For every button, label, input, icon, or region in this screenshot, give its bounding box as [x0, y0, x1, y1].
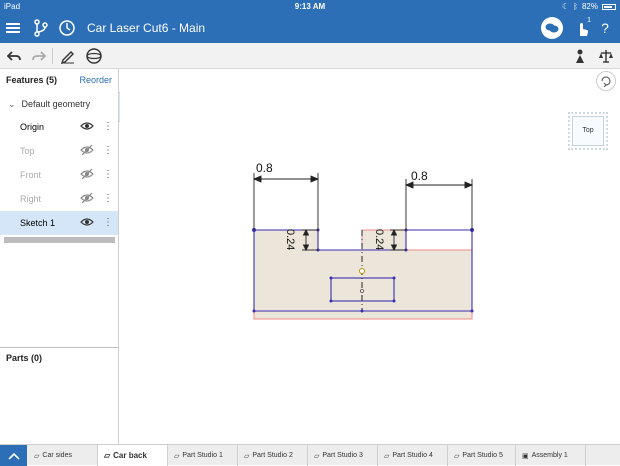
left-width-dimension[interactable]: [252, 173, 320, 230]
feature-label: Front: [20, 170, 42, 180]
feature-list-panel: Features (5) Reorder ⌄ Default geometry O…: [0, 69, 119, 444]
feature-item-top[interactable]: Top ⋮: [0, 139, 118, 163]
tab-part-studio-4[interactable]: ▱ Part Studio 4: [378, 445, 448, 466]
group-label: Default geometry: [21, 99, 91, 109]
branch-icon[interactable]: [31, 18, 51, 38]
part-studio-icon: ▱: [454, 452, 460, 460]
tab-label: Part Studio 5: [462, 452, 503, 459]
tab-bar: ▱ Car sides ▱ Car back ▱ Part Studio 1 ▱ Par…: [0, 444, 620, 466]
midpoint[interactable]: [359, 268, 365, 274]
clock: 9:13 AM: [294, 2, 326, 11]
document-title: Car Laser Cut6 - Main: [87, 21, 205, 35]
sketch-pencil-icon[interactable]: [60, 48, 76, 64]
mass-properties-icon[interactable]: [598, 48, 614, 64]
viewcube[interactable]: Top: [572, 116, 604, 146]
right-width-value[interactable]: 0.8: [411, 169, 428, 183]
eye-hidden-icon[interactable]: [80, 144, 94, 157]
part-studio-icon: ▱: [384, 452, 390, 460]
more-options-icon[interactable]: ⋮: [103, 121, 113, 132]
panel-divider: [0, 347, 118, 348]
redo-icon[interactable]: [31, 48, 47, 64]
tab-part-studio-5[interactable]: ▱ Part Studio 5: [448, 445, 516, 466]
parts-header: Parts (0): [6, 353, 43, 363]
tab-label: Part Studio 3: [322, 452, 363, 459]
measure-icon[interactable]: [572, 48, 588, 64]
more-options-icon[interactable]: ⋮: [103, 217, 113, 228]
title-separator: -: [168, 21, 180, 35]
feature-label: Sketch 1: [20, 218, 56, 228]
tab-label: Part Studio 4: [392, 452, 433, 459]
tab-label: Part Studio 1: [182, 452, 223, 459]
eye-hidden-icon[interactable]: [80, 192, 94, 205]
tab-part-studio-1[interactable]: ▱ Part Studio 1: [168, 445, 238, 466]
history-icon[interactable]: [57, 18, 77, 38]
eye-icon[interactable]: [80, 217, 94, 229]
part-studio-icon: ▱: [174, 452, 180, 460]
part-studio-icon: ▱: [34, 452, 40, 460]
tab-car-sides[interactable]: ▱ Car sides: [28, 445, 98, 466]
comments-icon[interactable]: [541, 17, 563, 39]
tab-list-toggle[interactable]: [0, 445, 27, 466]
eye-icon[interactable]: [80, 121, 94, 133]
status-bar: iPad 9:13 AM ☾ ᛒ 82%: [0, 0, 620, 13]
undo-icon[interactable]: [6, 48, 22, 64]
more-options-icon[interactable]: ⋮: [103, 193, 113, 204]
chevron-down-icon: ⌄: [8, 99, 16, 109]
left-depth-value[interactable]: 0.24: [284, 229, 296, 250]
bluetooth-icon: ᛒ: [573, 2, 578, 11]
tab-label: Assembly 1: [531, 452, 568, 459]
moon-icon: ☾: [562, 2, 570, 11]
battery-icon: [602, 3, 616, 10]
part-studio-icon: ▱: [104, 451, 111, 460]
rotate-view-icon[interactable]: [596, 71, 616, 91]
feature-label: Origin: [20, 122, 45, 132]
menu-icon[interactable]: [4, 19, 22, 37]
feature-item-sketch-1[interactable]: Sketch 1 ⋮: [0, 211, 118, 235]
sketch-drawing[interactable]: 0.8 0.8 0.24 0.24: [120, 69, 620, 444]
eye-hidden-icon[interactable]: [80, 168, 94, 181]
document-name: Car Laser Cut6: [87, 21, 169, 35]
reorder-button[interactable]: Reorder: [79, 75, 112, 85]
feature-item-front[interactable]: Front ⋮: [0, 163, 118, 187]
help-icon[interactable]: ?: [598, 19, 612, 37]
feature-item-origin[interactable]: Origin ⋮: [0, 115, 118, 139]
tab-part-studio-3[interactable]: ▱ Part Studio 3: [308, 445, 378, 466]
part-studio-icon: ▱: [314, 452, 320, 460]
tab-label: Car back: [113, 451, 147, 460]
tab-car-back[interactable]: ▱ Car back: [98, 445, 168, 466]
feature-item-right[interactable]: Right ⋮: [0, 187, 118, 211]
tab-assembly-1[interactable]: ▣ Assembly 1: [516, 445, 586, 466]
tab-part-studio-2[interactable]: ▱ Part Studio 2: [238, 445, 308, 466]
graphics-canvas[interactable]: 0.8 0.8 0.24 0.24: [120, 69, 620, 444]
features-header: Features (5): [6, 75, 58, 85]
left-width-value[interactable]: 0.8: [256, 161, 273, 175]
default-geometry-group[interactable]: ⌄ Default geometry: [8, 99, 90, 110]
feature-list-scrollbar[interactable]: [4, 237, 115, 243]
toolbar: [0, 43, 620, 69]
feature-label: Top: [20, 146, 35, 156]
battery-percent: 82%: [581, 2, 598, 11]
more-options-icon[interactable]: ⋮: [103, 169, 113, 180]
toolbar-divider: [52, 48, 53, 64]
part-studio-icon: ▱: [244, 452, 250, 460]
right-width-dimension[interactable]: [404, 179, 474, 230]
assembly-icon: ▣: [522, 452, 529, 460]
more-options-icon[interactable]: ⋮: [103, 145, 113, 156]
right-depth-value[interactable]: 0.24: [373, 229, 385, 250]
extrude-icon[interactable]: [85, 47, 103, 65]
tab-label: Part Studio 2: [252, 452, 293, 459]
app-bar: Car Laser Cut6 - Main 1 ?: [0, 13, 620, 43]
notification-count: 1: [587, 17, 591, 24]
tab-label: Car sides: [42, 452, 72, 459]
workspace-name: Main: [179, 21, 206, 35]
feature-label: Right: [20, 194, 42, 204]
touch-icon[interactable]: 1: [572, 17, 592, 39]
